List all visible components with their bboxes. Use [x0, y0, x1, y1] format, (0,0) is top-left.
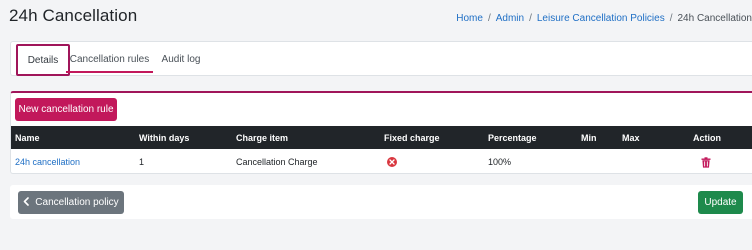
breadcrumb-current: 24h Cancellation — [677, 13, 752, 24]
update-button[interactable]: Update — [698, 191, 743, 214]
tab-audit-log[interactable]: Audit log — [156, 42, 206, 76]
cell-percentage: 100% — [488, 157, 512, 167]
chevron-left-icon — [23, 196, 30, 209]
breadcrumb-separator: / — [529, 13, 532, 24]
tab-cancellation-rules[interactable]: Cancellation rules — [66, 42, 153, 76]
new-cancellation-rule-button[interactable]: New cancellation rule — [15, 98, 117, 121]
column-header-charge-item: Charge item — [236, 132, 289, 143]
column-header-min: Min — [581, 132, 597, 143]
trash-icon[interactable] — [701, 156, 711, 168]
form-footer: Cancellation policy Update — [10, 185, 752, 219]
column-header-percentage: Percentage — [488, 132, 537, 143]
breadcrumb-separator: / — [669, 13, 673, 24]
tab-bar: Details Cancellation rules Audit log — [10, 41, 752, 76]
breadcrumb-admin-link[interactable]: Admin — [496, 13, 524, 24]
x-circle-icon — [387, 157, 397, 167]
cell-action — [701, 150, 711, 174]
page-title: 24h Cancellation — [9, 6, 138, 25]
cell-within-days: 1 — [139, 157, 145, 167]
column-header-name: Name — [15, 132, 40, 143]
breadcrumb-policies-link[interactable]: Leisure Cancellation Policies — [537, 13, 665, 24]
cell-charge-item: Cancellation Charge — [236, 157, 318, 167]
column-header-fixed-charge: Fixed charge — [384, 132, 440, 143]
breadcrumb-separator: / — [487, 13, 491, 24]
column-header-action: Action — [693, 132, 721, 143]
cell-fixed-charge — [387, 150, 397, 174]
tab-details[interactable]: Details — [16, 44, 70, 76]
breadcrumb-home-link[interactable]: Home — [456, 13, 483, 24]
back-button-label: Cancellation policy — [35, 197, 119, 208]
cancellation-rules-panel: New cancellation rule Name Within days C… — [10, 91, 752, 174]
rule-name-link[interactable]: 24h cancellation — [15, 157, 80, 167]
breadcrumb: Home / Admin / Leisure Cancellation Poli… — [456, 13, 752, 24]
column-header-within-days: Within days — [139, 132, 190, 143]
table-row: 24h cancellation 1 Cancellation Charge 1… — [11, 150, 752, 174]
table-header: Name Within days Charge item Fixed charg… — [11, 126, 752, 149]
cancellation-policy-back-button[interactable]: Cancellation policy — [18, 191, 124, 214]
column-header-max: Max — [622, 132, 640, 143]
